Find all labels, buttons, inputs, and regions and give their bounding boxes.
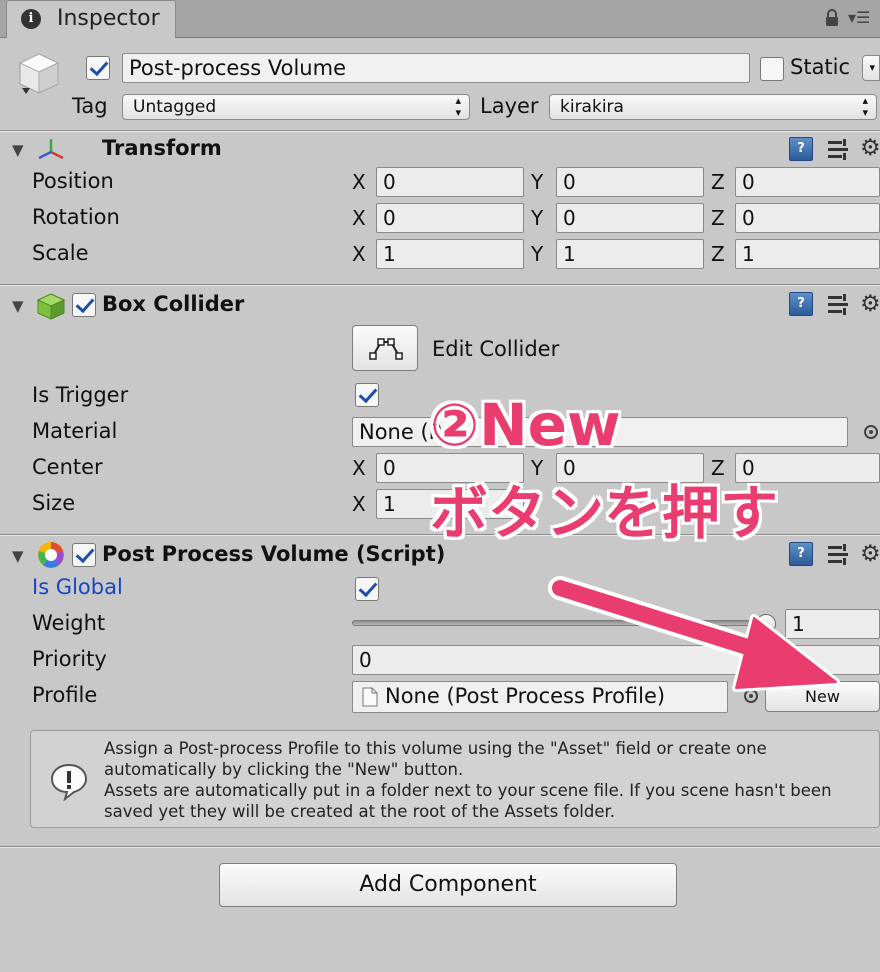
axis-z-label: Z (711, 456, 725, 480)
size-label: Size (32, 491, 76, 515)
profile-label: Profile (32, 683, 98, 707)
material-label: Material (32, 419, 118, 443)
divider (0, 847, 880, 848)
layer-label: Layer (480, 94, 539, 118)
center-label: Center (32, 455, 103, 479)
axis-x-label: X (352, 242, 366, 266)
rotation-label: Rotation (32, 205, 120, 229)
annotation-arrow-icon (548, 576, 840, 692)
static-checkbox[interactable] (760, 57, 784, 81)
gear-icon[interactable]: ⚙ (860, 292, 880, 316)
help-text-line: automatically by clicking the "New" butt… (104, 760, 464, 779)
is-global-checkbox[interactable] (355, 577, 379, 601)
gear-icon[interactable]: ⚙ (860, 542, 880, 566)
transform-title: Transform (102, 136, 222, 160)
rotation-z-field[interactable]: 0 (735, 203, 880, 233)
box-collider-enabled-checkbox[interactable] (72, 293, 96, 317)
layer-dropdown[interactable]: kirakira ▴ ▾ (549, 94, 877, 120)
position-label: Position (32, 169, 114, 193)
tab-label: Inspector (57, 6, 160, 31)
edit-collider-button[interactable] (352, 325, 418, 371)
is-global-label: Is Global (32, 575, 123, 599)
help-text-line: saved yet they will be created at the ro… (104, 802, 616, 821)
post-process-icon (38, 542, 64, 568)
is-trigger-checkbox[interactable] (355, 383, 379, 407)
post-process-title: Post Process Volume (Script) (102, 542, 446, 566)
tab-inspector[interactable]: i Inspector (6, 0, 176, 38)
edit-collider-icon (369, 338, 403, 360)
object-picker-icon[interactable] (864, 425, 878, 439)
active-checkbox[interactable] (86, 56, 110, 80)
annotation-step-number: ②New (430, 391, 621, 459)
axis-z-label: Z (711, 170, 725, 194)
axis-x-label: X (352, 492, 366, 516)
axis-x-label: X (352, 456, 366, 480)
info-icon: i (21, 9, 41, 29)
position-y-field[interactable]: 0 (556, 167, 704, 197)
priority-label: Priority (32, 647, 107, 671)
scale-y-field[interactable]: 1 (556, 239, 704, 269)
tag-dropdown[interactable]: Untagged ▴ ▾ (122, 94, 470, 120)
tag-value: Untagged (133, 97, 217, 117)
preset-icon[interactable] (826, 542, 850, 566)
file-icon (362, 687, 378, 707)
layer-value: kirakira (560, 97, 624, 117)
gameobject-icon (18, 53, 60, 94)
add-component-button[interactable]: Add Component (219, 863, 677, 907)
help-text-line: Assets are automatically put in a folder… (104, 781, 832, 800)
rotation-x-field[interactable]: 0 (376, 203, 524, 233)
menu-icon[interactable]: ▾☰ (848, 8, 870, 27)
static-dropdown[interactable]: ▾ (862, 55, 880, 81)
axis-z-label: Z (711, 206, 725, 230)
tag-label: Tag (72, 94, 108, 118)
position-x-field[interactable]: 0 (376, 167, 524, 197)
help-icon[interactable]: ? (789, 292, 813, 316)
axis-y-label: Y (531, 206, 544, 230)
warning-icon (50, 763, 88, 801)
position-z-field[interactable]: 0 (735, 167, 880, 197)
divider (0, 131, 880, 132)
post-process-enabled-checkbox[interactable] (72, 543, 96, 567)
rotation-y-field[interactable]: 0 (556, 203, 704, 233)
transform-icon (38, 139, 64, 160)
help-icon[interactable]: ? (789, 137, 813, 161)
preset-icon[interactable] (826, 137, 850, 161)
is-trigger-label: Is Trigger (32, 383, 129, 407)
static-label: Static (790, 55, 851, 79)
box-collider-icon (36, 293, 66, 320)
scale-x-field[interactable]: 1 (376, 239, 524, 269)
foldout-arrow-icon[interactable]: ▼ (12, 547, 24, 565)
axis-y-label: Y (531, 242, 544, 266)
foldout-arrow-icon[interactable]: ▼ (12, 297, 24, 315)
axis-y-label: Y (531, 456, 544, 480)
divider (0, 285, 880, 286)
help-icon[interactable]: ? (789, 542, 813, 566)
scale-label: Scale (32, 241, 89, 265)
help-text-line: Assign a Post-process Profile to this vo… (104, 739, 767, 758)
axis-z-label: Z (711, 242, 725, 266)
axis-x-label: X (352, 206, 366, 230)
axis-x-label: X (352, 170, 366, 194)
weight-label: Weight (32, 611, 106, 635)
annotation-instruction: ボタンを押す (430, 479, 779, 547)
edit-collider-label: Edit Collider (432, 337, 560, 361)
gear-icon[interactable]: ⚙ (860, 136, 880, 160)
updown-icon: ▴ ▾ (862, 94, 868, 119)
box-collider-title: Box Collider (102, 292, 245, 316)
tab-bar: i Inspector ▾☰ (0, 0, 880, 38)
axis-y-label: Y (531, 170, 544, 194)
preset-icon[interactable] (826, 292, 850, 316)
updown-icon: ▴ ▾ (455, 94, 461, 119)
scale-z-field[interactable]: 1 (735, 239, 880, 269)
foldout-arrow-icon[interactable]: ▼ (12, 141, 24, 159)
lock-icon[interactable] (824, 8, 840, 28)
object-name-field[interactable]: Post-process Volume (122, 53, 750, 83)
